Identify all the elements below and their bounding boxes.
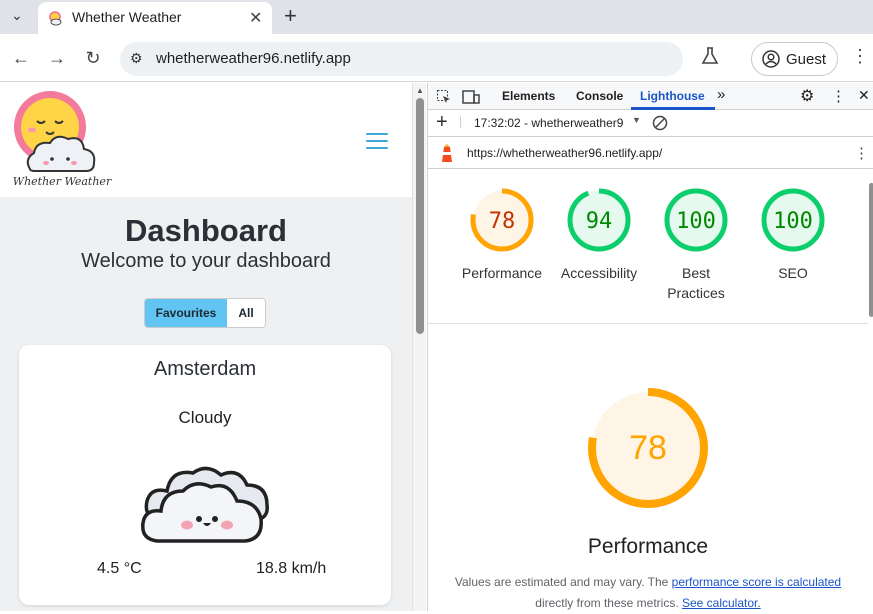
site-favicon [49,11,62,26]
clear-reports-icon[interactable] [652,115,668,131]
report-url[interactable]: https://whetherweather96.netlify.app/ [467,146,662,160]
page-scrollbar[interactable]: ▲ [412,83,426,611]
weather-card[interactable]: Amsterdam Cloudy 4.5 °C 18.8 km/h [19,345,391,605]
weather-condition: Cloudy [178,408,232,427]
see-calculator-link[interactable]: See calculator. [682,596,761,610]
devtools-panel: Elements Console Lighthouse » ⚙ ⋮ ✕ + | … [427,83,873,611]
browser-toolbar: ← → ↻ ⚙ whetherweather96.netlify.app Gue… [0,34,873,82]
more-tabs-chevron-icon[interactable]: » [717,86,725,103]
page-subtitle: Welcome to your dashboard [81,250,331,272]
settings-gear-icon[interactable]: ⚙ [800,86,814,106]
main-performance-gauge: 78 [588,388,708,508]
all-tab[interactable]: All [227,299,265,327]
tab-search-dropdown-icon[interactable]: ⌄ [11,7,23,24]
page-title: Dashboard [125,213,287,248]
devtools-tab-bar: Elements Console Lighthouse » ⚙ ⋮ ✕ [428,83,873,110]
profile-label: Guest [786,51,827,68]
favourites-all-toggle: Favourites All [144,298,266,328]
browser-tab[interactable]: Whether Weather ✕ [38,2,272,34]
profile-avatar-icon [762,50,780,68]
close-devtools-icon[interactable]: ✕ [858,87,870,104]
favourites-tab[interactable]: Favourites [145,299,227,327]
city-name: Amsterdam [153,358,257,380]
tab-strip: ⌄ Whether Weather ✕ + [0,0,873,34]
accessibility-label: Accessibility [560,265,638,281]
note-middle: directly from these metrics. [535,596,682,610]
report-url-bar: https://whetherweather96.netlify.app/ ⋮ [428,137,873,169]
performance-label: Performance [461,265,543,281]
note-prefix: Values are estimated and may vary. The [454,575,672,589]
gauge-performance[interactable]: 78 [470,188,534,252]
seo-score: 100 [773,209,813,234]
best-practices-label-line1: Best [681,265,710,281]
score-calculated-link[interactable]: performance score is calculated [672,575,841,589]
tab-title: Whether Weather [72,9,182,25]
tab-console[interactable]: Console [576,89,623,103]
tab-lighthouse[interactable]: Lighthouse [640,89,705,103]
reload-icon[interactable]: ↻ [81,46,105,70]
back-icon[interactable]: ← [9,46,33,70]
tab-elements[interactable]: Elements [502,89,555,103]
page-scrollbar-thumb[interactable] [416,98,424,334]
new-tab-icon[interactable]: + [284,3,297,29]
main-performance-label: Performance [587,535,709,558]
performance-note: Values are estimated and may vary. The p… [428,572,868,614]
logo-wordmark: Whether Weather [13,175,112,188]
site-info-icon[interactable]: ⚙ [130,50,143,67]
wind-speed-value: 18.8 km/h [256,560,327,577]
address-bar[interactable]: ⚙ whetherweather96.netlify.app [120,42,683,76]
forward-icon[interactable]: → [45,46,69,70]
lighthouse-logo-icon [442,144,452,162]
labs-flask-icon[interactable] [700,46,720,66]
best-practices-score: 100 [676,209,716,234]
temperature-value: 4.5 °C [97,560,142,577]
gauge-seo[interactable]: 100 [761,188,825,252]
hamburger-menu-icon[interactable] [366,133,388,149]
tab-close-icon[interactable]: ✕ [249,8,262,28]
whether-weather-logo[interactable]: Whether Weather [10,87,114,191]
main-performance-score: 78 [629,429,667,467]
summary-divider [428,323,868,324]
gauge-best-practices[interactable]: 100 [664,188,728,252]
inspect-element-icon[interactable] [436,89,452,105]
site-header: Whether Weather [0,83,412,197]
performance-score: 78 [489,209,516,234]
devtools-menu-icon[interactable]: ⋮ [831,87,846,105]
gauge-accessibility[interactable]: 94 [567,188,631,252]
cloudy-icon [141,466,269,543]
web-page: Whether Weather Dashboard Welcome to you… [0,83,412,611]
browser-menu-icon[interactable]: ⋮ [851,46,869,67]
seo-label: SEO [778,265,808,281]
url-text[interactable]: whetherweather96.netlify.app [156,50,351,67]
report-dropdown-icon[interactable]: ▼ [632,115,641,125]
report-selector[interactable]: 17:32:02 - whetherweather9 [474,116,623,130]
profile-button[interactable]: Guest [751,42,838,76]
scroll-up-icon[interactable]: ▲ [416,86,424,95]
accessibility-score: 94 [586,209,613,234]
best-practices-label-line2: Practices [667,285,725,301]
best-practices-label: Best Practices [648,263,744,303]
report-menu-icon[interactable]: ⋮ [854,144,869,162]
device-toolbar-icon[interactable] [462,89,480,105]
toolbar-divider: | [459,114,463,128]
new-report-icon[interactable]: + [436,111,448,134]
lighthouse-toolbar: + | 17:32:02 - whetherweather9 ▼ [428,110,873,137]
devtools-scrollbar-thumb[interactable] [869,183,873,317]
